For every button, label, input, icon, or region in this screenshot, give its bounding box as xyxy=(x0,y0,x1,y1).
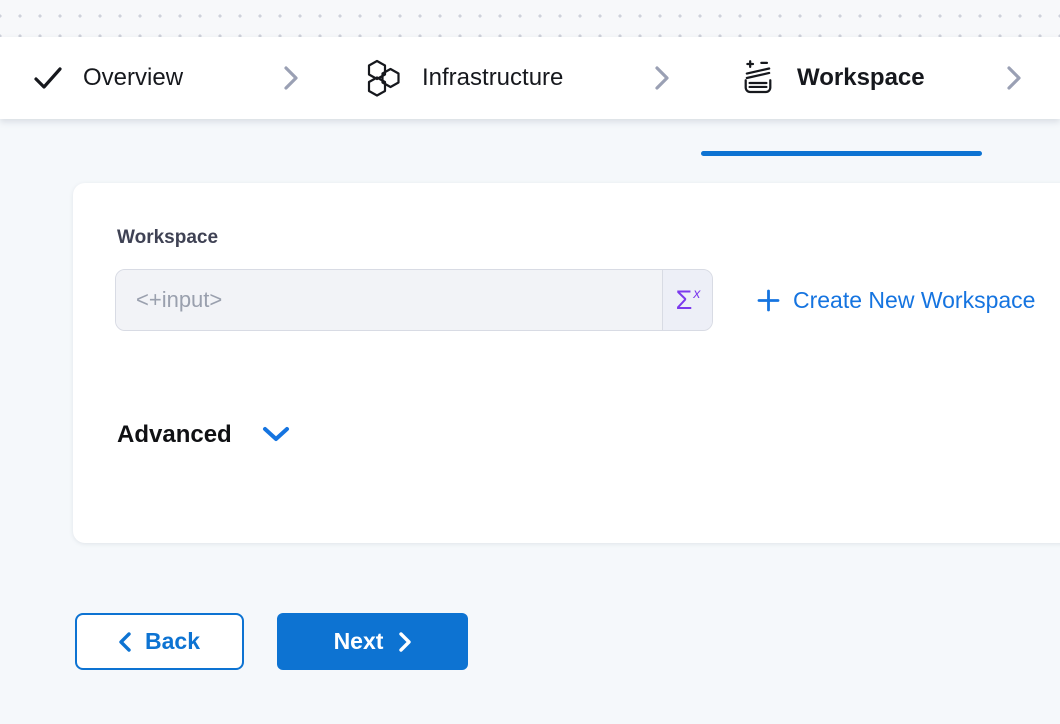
check-icon xyxy=(33,66,63,90)
workspace-input[interactable] xyxy=(116,270,662,330)
hexagon-cluster-icon xyxy=(364,58,402,98)
advanced-label: Advanced xyxy=(117,421,232,449)
back-button-label: Back xyxy=(145,628,200,655)
next-button-label: Next xyxy=(334,628,384,655)
workspace-stack-icon xyxy=(739,59,777,97)
step-workspace[interactable]: Workspace xyxy=(739,37,925,119)
sigma-icon: Σ xyxy=(676,285,693,316)
active-step-underline xyxy=(701,151,982,156)
wizard-stepper: Overview Infrastructure xyxy=(0,37,1060,119)
dotted-background-band xyxy=(0,0,1060,37)
workspace-input-group: Σx xyxy=(115,269,713,331)
step-label: Overview xyxy=(83,64,183,92)
next-button[interactable]: Next xyxy=(277,613,468,670)
create-link-label: Create New Workspace xyxy=(793,287,1035,314)
chevron-left-icon xyxy=(119,632,131,652)
chevron-right-icon xyxy=(1006,37,1022,119)
workspace-field-label: Workspace xyxy=(117,227,218,249)
workspace-form-card: Workspace Σx Create New Workspace Advanc… xyxy=(73,183,1060,543)
back-button[interactable]: Back xyxy=(75,613,244,670)
step-label: Infrastructure xyxy=(422,64,563,92)
chevron-right-icon xyxy=(399,632,411,652)
chevron-right-icon xyxy=(654,37,670,119)
create-new-workspace-link[interactable]: Create New Workspace xyxy=(757,269,1035,331)
step-label: Workspace xyxy=(797,64,925,92)
chevron-right-icon xyxy=(283,37,299,119)
step-overview[interactable]: Overview xyxy=(33,37,183,119)
expression-sigma-button[interactable]: Σx xyxy=(662,270,712,330)
chevron-down-icon xyxy=(262,426,290,444)
step-infrastructure[interactable]: Infrastructure xyxy=(364,37,563,119)
advanced-section-toggle[interactable]: Advanced xyxy=(117,421,290,449)
plus-icon xyxy=(757,289,780,312)
